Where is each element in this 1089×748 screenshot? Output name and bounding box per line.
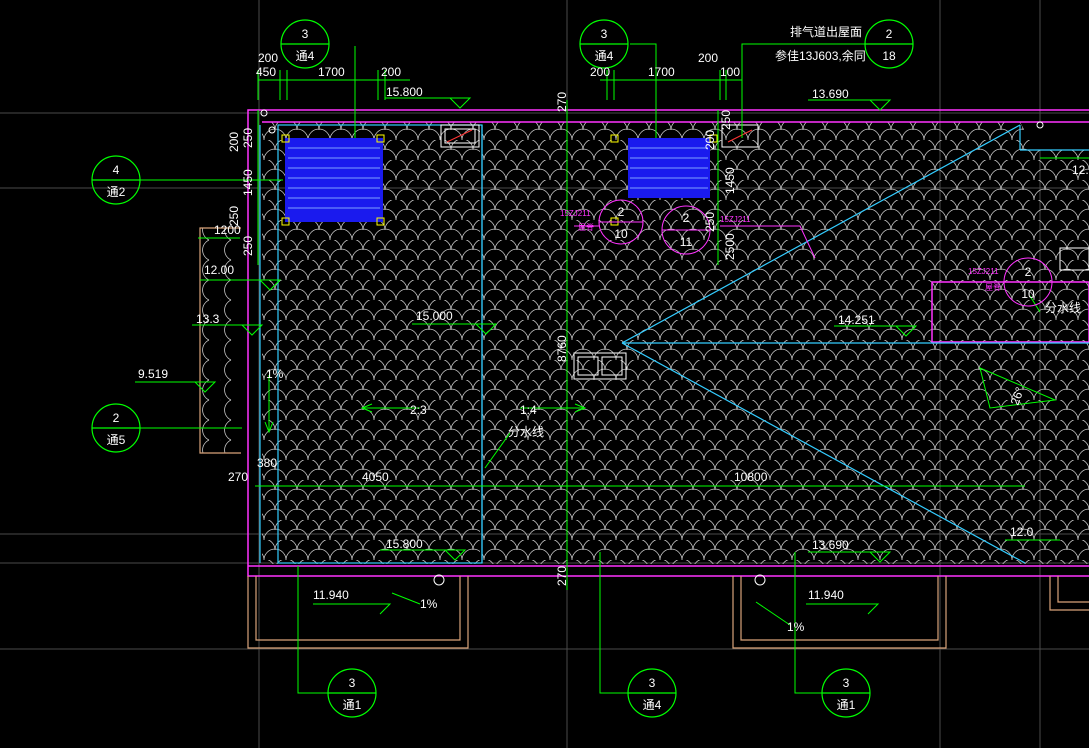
dim-m-250b: 250 (703, 212, 717, 232)
note-split-line-a: 分水线 (508, 425, 544, 439)
mag-callout-1-top: 2 (618, 205, 625, 219)
slope-ratio-left: 2:3 (410, 403, 427, 417)
dim-l-250c: 250 (241, 236, 255, 256)
callout-6-top: 3 (349, 676, 356, 690)
elev-top-right: 13.690 (812, 87, 849, 101)
dim-tl-1700: 1700 (318, 65, 345, 79)
callout-5-bottom: 通5 (107, 433, 126, 447)
dim-tm-1700: 1700 (648, 65, 675, 79)
elev-bottom-right: 13.690 (812, 538, 849, 552)
elev-mid-left-b: 13.3 (196, 312, 220, 326)
dim-tm-100: 100 (720, 65, 740, 79)
note-detail-ref-c: 15ZJ211 (968, 267, 999, 276)
mag-callout-2-top: 2 (683, 211, 690, 225)
elev-top-left: 15.800 (386, 85, 423, 99)
dim-m-2500: 2500 (723, 233, 737, 260)
elev-mid-left-a: 12.00 (204, 263, 234, 277)
dim-l-250: 250 (241, 128, 255, 148)
dim-m-250: 250 (719, 110, 733, 130)
callout-4-bottom: 通2 (107, 185, 126, 199)
callout-8-bottom: 通1 (837, 698, 856, 712)
dim-l-1200: 1200 (214, 223, 241, 237)
title-note-line2: 参佳13J603,余同 (775, 48, 866, 63)
mag-callout-2-bottom: 11 (680, 235, 693, 249)
dim-tl-200a: 200 (258, 51, 278, 65)
note-detail-sub-c: 屋脊 (985, 282, 1001, 292)
elev-mid-right: 14.251 (838, 313, 875, 327)
callout-2-top: 3 (601, 27, 608, 41)
callout-6-bottom: 通1 (343, 698, 362, 712)
callout-7-top: 3 (649, 676, 656, 690)
mag-callout-1-bottom: 10 (614, 227, 628, 241)
elev-canopy-left: 11.940 (313, 588, 349, 602)
callout-1-top: 3 (302, 27, 309, 41)
dim-v-270-bottom: 270 (555, 566, 569, 586)
callout-1-bottom: 通4 (296, 49, 315, 63)
dim-tl-200b: 200 (381, 65, 401, 79)
callout-8-top: 3 (843, 676, 850, 690)
dim-tm-200b: 200 (698, 51, 718, 65)
mag-callout-3-bottom: 10 (1021, 287, 1035, 301)
title-note-line1: 排气道出屋面 (790, 24, 862, 39)
note-detail-ref-a: 15ZJ211 (560, 209, 591, 218)
callout-3-bottom: 18 (882, 49, 896, 63)
dim-v-270-top: 270 (555, 92, 569, 112)
slope-ratio-mid: 1:4 (520, 403, 537, 417)
dim-l-1450: 1450 (241, 169, 255, 196)
elev-canopy-right: 11.940 (808, 588, 844, 602)
note-detail-sub-a: 屋脊 (578, 222, 594, 232)
callout-5-top: 2 (113, 411, 120, 425)
dim-tm-200a: 200 (590, 65, 610, 79)
dim-4050: 4050 (362, 470, 389, 484)
elev-right-bottom: 12.0 (1010, 525, 1034, 539)
dim-l-200: 200 (227, 132, 241, 152)
mag-callout-3-top: 2 (1025, 265, 1032, 279)
slope-canopy-right: 1% (787, 620, 805, 634)
callout-3-top: 2 (886, 27, 893, 41)
elev-right-top: 12. (1072, 163, 1089, 177)
dim-m-200: 200 (703, 130, 717, 150)
callout-7-bottom: 通4 (643, 698, 662, 712)
elev-mid-left-c: 9.519 (138, 367, 168, 381)
dim-tl-450: 450 (256, 65, 276, 79)
dim-10800: 10800 (734, 470, 768, 484)
dim-m-1450: 1450 (723, 167, 737, 194)
slope-left-vertical: 1% (266, 367, 284, 381)
roof-plan-drawing: 3 通4 3 通4 2 18 4 通2 2 通5 3 通1 3 通4 3 通1 … (0, 0, 1089, 748)
dim-380: 380 (257, 456, 277, 470)
callout-2-bottom: 通4 (595, 49, 614, 63)
note-split-line-b: 分水线 (1045, 301, 1081, 315)
dim-side-270: 270 (228, 470, 248, 484)
note-detail-ref-b: 15ZJ211 (720, 215, 751, 224)
callout-4-top: 4 (113, 163, 120, 177)
dim-v-8760: 8760 (555, 335, 569, 362)
elev-bottom-left: 15.800 (386, 537, 423, 551)
elev-mid-center: 15.000 (416, 309, 453, 323)
slope-canopy-left: 1% (420, 597, 438, 611)
